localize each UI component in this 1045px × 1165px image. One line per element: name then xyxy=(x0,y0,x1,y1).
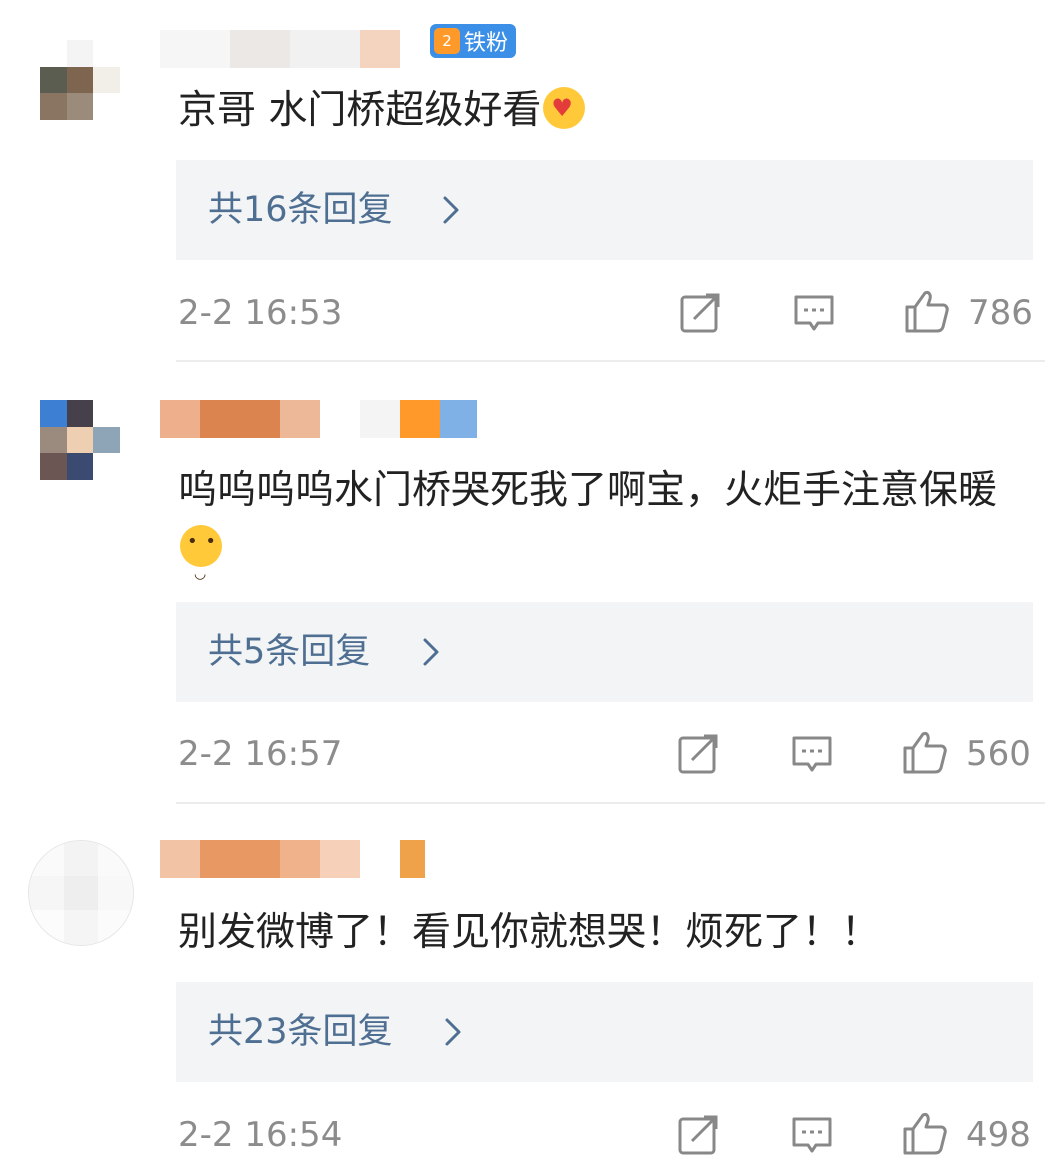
repost-icon[interactable] xyxy=(676,732,720,776)
replies-link[interactable]: 共16条回复 xyxy=(176,160,1033,260)
comment-item: 呜呜呜呜水门桥哭死我了啊宝，火炬手注意保暖 共5条回复 2-2 16:57 56… xyxy=(0,362,1045,802)
comment-meta: 2-2 16:54 498 xyxy=(0,1105,1045,1165)
username-blurred[interactable] xyxy=(160,840,425,878)
thumbs-up-icon[interactable] xyxy=(901,728,949,776)
thumbs-up-icon[interactable] xyxy=(903,287,951,335)
replies-count-label: 共5条回复 xyxy=(208,632,371,672)
comment-text: 别发微博了！看见你就想哭！烦死了！！ xyxy=(178,904,1038,962)
thumbs-up-icon[interactable] xyxy=(901,1109,949,1157)
chevron-right-icon xyxy=(443,196,459,224)
pleading-face-emoji-icon xyxy=(180,525,222,603)
crown-icon: 2 xyxy=(434,28,460,54)
like-count: 786 xyxy=(968,293,1033,333)
repost-icon[interactable] xyxy=(678,291,722,335)
comment-meta: 2-2 16:57 560 xyxy=(0,724,1045,784)
fan-badge: 2 铁粉 xyxy=(430,24,517,58)
avatar[interactable] xyxy=(28,840,134,946)
comment-text: 京哥 水门桥超级好看 xyxy=(178,82,1038,140)
timestamp: 2-2 16:57 xyxy=(178,734,343,774)
replies-link[interactable]: 共5条回复 xyxy=(176,602,1033,702)
replies-count-label: 共23条回复 xyxy=(208,1012,393,1052)
comment-icon[interactable] xyxy=(792,291,836,335)
chevron-right-icon xyxy=(423,638,439,666)
username-blurred[interactable] xyxy=(160,30,400,68)
timestamp: 2-2 16:53 xyxy=(178,293,343,333)
comment-item: 别发微博了！看见你就想哭！烦死了！！ 共23条回复 2-2 16:54 498 xyxy=(0,804,1045,1163)
replies-link[interactable]: 共23条回复 xyxy=(176,982,1033,1082)
username-blurred[interactable] xyxy=(160,400,477,438)
like-count: 560 xyxy=(966,734,1031,774)
comment-text-content: 呜呜呜呜水门桥哭死我了啊宝，火炬手注意保暖 xyxy=(178,468,998,513)
repost-icon[interactable] xyxy=(676,1113,720,1157)
comment-icon[interactable] xyxy=(790,1113,834,1157)
comment-text: 呜呜呜呜水门桥哭死我了啊宝，火炬手注意保暖 xyxy=(178,462,1038,603)
avatar[interactable] xyxy=(40,400,120,480)
avatar[interactable] xyxy=(40,40,120,120)
comment-item: 2 铁粉 京哥 水门桥超级好看 共16条回复 2-2 16:53 786 xyxy=(0,0,1045,362)
timestamp: 2-2 16:54 xyxy=(178,1115,343,1155)
heart-hug-emoji-icon xyxy=(543,87,586,129)
comment-icon[interactable] xyxy=(790,732,834,776)
comment-text-content: 别发微博了！看见你就想哭！烦死了！！ xyxy=(178,910,881,955)
comment-text-content: 京哥 水门桥超级好看 xyxy=(178,88,542,133)
chevron-right-icon xyxy=(445,1018,461,1046)
like-count: 498 xyxy=(966,1115,1031,1155)
replies-count-label: 共16条回复 xyxy=(208,190,393,230)
fan-badge-label: 铁粉 xyxy=(464,31,509,56)
comment-meta: 2-2 16:53 786 xyxy=(0,283,1045,343)
